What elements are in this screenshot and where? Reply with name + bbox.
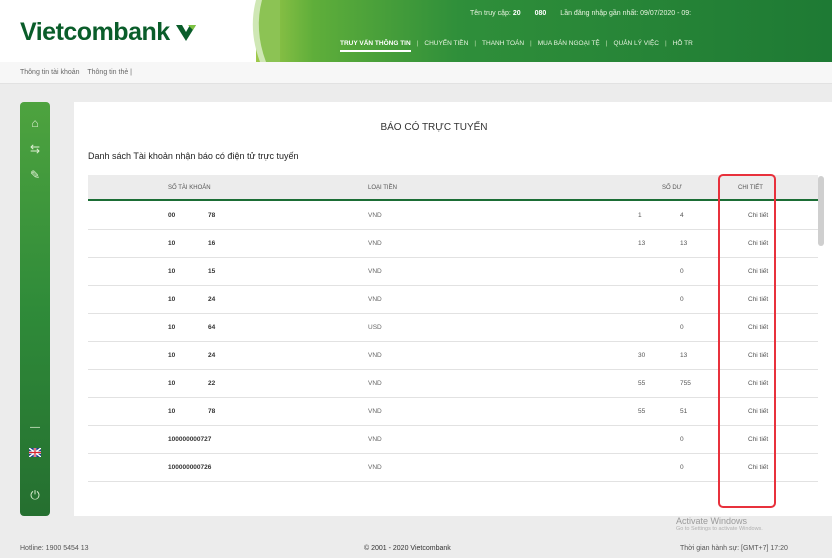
- table-row: 00 78 VND 1 4 Chi tiết: [88, 202, 818, 230]
- transfer-icon[interactable]: ⇆: [20, 142, 50, 156]
- table-row: 10 16 VND 13 13 Chi tiết: [88, 230, 818, 258]
- uk-flag-icon: [28, 447, 42, 458]
- table-row: 10 64 USD 0 Chi tiết: [88, 314, 818, 342]
- nav-ho-tro[interactable]: HỖ TR: [673, 40, 693, 52]
- login-label: Tên truy cập: 20: [470, 10, 521, 17]
- table-row: 10 78 VND 55 51 Chi tiết: [88, 398, 818, 426]
- balance-part: 55: [638, 380, 646, 387]
- nav-mua-ban[interactable]: MUA BÁN NGOẠI TỆ: [538, 40, 600, 52]
- table-row: 10 22 VND 55 755 Chi tiết: [88, 370, 818, 398]
- nav-quan-ly[interactable]: QUẢN LÝ VIỆC: [613, 40, 659, 52]
- table-header: SỐ TÀI KHOẢN LOẠI TIỀN SỐ DƯ CHI TIẾT: [88, 175, 818, 201]
- balance: 51: [680, 408, 688, 415]
- balance-part: 55: [638, 408, 646, 415]
- section-subtitle: Danh sách Tài khoản nhận báo có điện tử …: [88, 151, 299, 161]
- brand-name: Vietcombank: [20, 18, 170, 46]
- vietcombank-logo[interactable]: Vietcombank: [20, 18, 198, 47]
- currency: VND: [368, 464, 382, 471]
- account-number-suffix: 24: [208, 296, 216, 303]
- currency: VND: [368, 296, 382, 303]
- header: Vietcombank Tên truy cập: 20 080 Lần đăn…: [0, 0, 832, 62]
- currency: VND: [368, 212, 382, 219]
- flag-icon[interactable]: [20, 446, 50, 460]
- col-balance: SỐ DƯ: [662, 185, 682, 191]
- page-title: BÁO CÓ TRỰC TUYẾN: [380, 122, 488, 133]
- balance: 755: [680, 380, 691, 387]
- sub-navigation: Thông tin tài khoản Thông tin thẻ |: [0, 62, 832, 84]
- divider-icon: —: [30, 422, 40, 433]
- account-number-suffix: 24: [208, 352, 216, 359]
- last-login: Lần đăng nhập gần nhất: 09/07/2020 - 09:: [560, 10, 692, 17]
- account-number-suffix: 16: [208, 240, 216, 247]
- currency: VND: [368, 436, 382, 443]
- nav-chuyen-tien[interactable]: CHUYỂN TIỀN: [424, 40, 468, 52]
- balance: 0: [680, 436, 684, 443]
- account-number-suffix: 64: [208, 324, 216, 331]
- currency: VND: [368, 380, 382, 387]
- detail-column-highlight: [718, 174, 776, 508]
- col-account: SỐ TÀI KHOẢN: [168, 185, 211, 191]
- balance: 13: [680, 240, 688, 247]
- currency: USD: [368, 324, 382, 331]
- balance: 0: [680, 324, 684, 331]
- account-number: 10: [168, 324, 176, 331]
- subnav-account-info[interactable]: Thông tin tài khoản: [20, 69, 80, 76]
- balance-part: 13: [638, 240, 646, 247]
- home-icon[interactable]: ⌂: [20, 116, 50, 130]
- tools-icon[interactable]: ✎: [20, 168, 50, 182]
- balance-part: 30: [638, 352, 646, 359]
- account-number: 10: [168, 352, 176, 359]
- currency: VND: [368, 268, 382, 275]
- account-number: 10: [168, 408, 176, 415]
- logo-heart-icon: [175, 24, 196, 41]
- table-row: 100000000727 VND 0 Chi tiết: [88, 426, 818, 454]
- account-number: 10: [168, 240, 176, 247]
- account-number: 10: [168, 296, 176, 303]
- account-number-suffix: 22: [208, 380, 216, 387]
- power-icon[interactable]: ⏻: [20, 488, 50, 503]
- footer: Hotline: 1900 5454 13 © 2001 - 2020 Viet…: [0, 540, 832, 558]
- currency: VND: [368, 408, 382, 415]
- currency: VND: [368, 352, 382, 359]
- windows-activation-watermark: Activate Windows Go to Settings to activ…: [676, 516, 763, 532]
- table-row: 100000000726 VND 0 Chi tiết: [88, 454, 818, 482]
- table-row: 10 24 VND 30 13 Chi tiết: [88, 342, 818, 370]
- balance: 4: [680, 212, 684, 219]
- account-number: 10: [168, 380, 176, 387]
- user-info: Tên truy cập: 20 080 Lần đăng nhập gần n…: [470, 10, 691, 17]
- account-number-suffix: 78: [208, 408, 216, 415]
- user-code: 080: [534, 10, 547, 17]
- account-number: 100000000726: [168, 464, 212, 471]
- server-time: Thời gian hành sự: [GMT+7] 17:20: [680, 545, 788, 552]
- account-number: 10: [168, 268, 176, 275]
- account-number-suffix: 78: [208, 212, 216, 219]
- balance: 0: [680, 268, 684, 275]
- account-number-suffix: 15: [208, 268, 216, 275]
- watermark-hint: Go to Settings to activate Windows.: [676, 526, 763, 532]
- hotline: Hotline: 1900 5454 13: [20, 545, 89, 552]
- nav-thanh-toan[interactable]: THANH TOÁN: [482, 40, 524, 52]
- balance: 0: [680, 296, 684, 303]
- balance-part: 1: [638, 212, 642, 219]
- header-swoosh: [252, 0, 280, 62]
- subnav-card-info[interactable]: Thông tin thẻ |: [87, 69, 132, 76]
- sidebar: ⌂ ⇆ ✎ — ⏻: [20, 102, 50, 516]
- watermark-title: Activate Windows: [676, 516, 748, 526]
- nav-truy-van[interactable]: TRUY VẤN THÔNG TIN: [340, 40, 411, 52]
- currency: VND: [368, 240, 382, 247]
- account-number: 100000000727: [168, 436, 212, 443]
- table-row: 10 15 VND 0 Chi tiết: [88, 258, 818, 286]
- table-scrollbar[interactable]: [818, 176, 824, 246]
- balance: 13: [680, 352, 688, 359]
- account-number: 00: [168, 212, 176, 219]
- main-nav: TRUY VẤN THÔNG TIN | CHUYỂN TIỀN | THANH…: [340, 40, 693, 52]
- table-row: 10 24 VND 0 Chi tiết: [88, 286, 818, 314]
- col-currency: LOẠI TIỀN: [368, 185, 397, 191]
- copyright: © 2001 - 2020 Vietcombank: [364, 545, 451, 552]
- balance: 0: [680, 464, 684, 471]
